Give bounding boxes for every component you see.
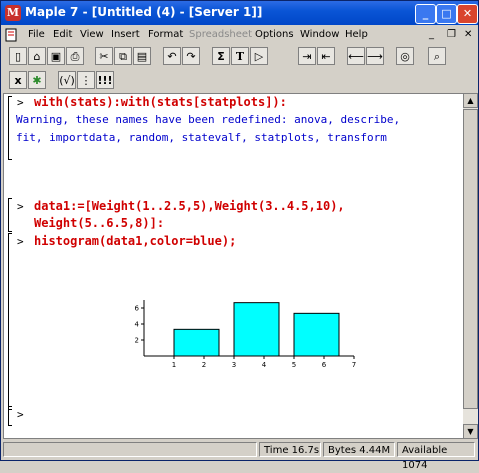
dots-icon[interactable]: ⋮ xyxy=(77,71,95,89)
x-tick-label: 5 xyxy=(292,361,296,369)
print-icon[interactable]: ⎙ xyxy=(66,47,84,65)
group-bracket[interactable] xyxy=(8,233,12,410)
x-tick-label: 2 xyxy=(202,361,206,369)
prompt-symbol: > xyxy=(17,408,24,421)
menu-help[interactable]: Help xyxy=(345,29,368,40)
worksheet-area[interactable]: > with(stats):with(stats[statplots]): Wa… xyxy=(3,93,464,439)
forward-icon[interactable]: ⟶ xyxy=(366,47,384,65)
cut-icon[interactable]: ✂ xyxy=(95,47,113,65)
vertical-scrollbar[interactable]: ▲ ▼ xyxy=(463,93,478,439)
input-line-1[interactable]: with(stats):with(stats[statplots]): xyxy=(34,95,287,109)
x-tick-label: 1 xyxy=(172,361,176,369)
open-icon[interactable]: ⌂ xyxy=(28,47,46,65)
document-menu-icon[interactable] xyxy=(4,28,18,42)
x-tick-label: 7 xyxy=(352,361,356,369)
scroll-down-icon[interactable]: ▼ xyxy=(463,424,478,439)
menu-spreadsheet: Spreadsheet xyxy=(189,29,252,40)
histogram-bar xyxy=(233,302,280,357)
y-tick-label: 2 xyxy=(135,337,139,345)
input-line-2-cont[interactable]: Weight(5..6.5,8)]: xyxy=(34,216,164,230)
status-bytes: Bytes 4.44M xyxy=(323,442,395,457)
outdent-icon[interactable]: ⇤ xyxy=(317,47,335,65)
y-tick-label: 6 xyxy=(135,305,140,313)
zoom-icon[interactable]: ⌕ xyxy=(428,47,446,65)
menu-options[interactable]: Options xyxy=(255,29,294,40)
status-bar: Time 16.7s Bytes 4.44M Available 1074 xyxy=(1,440,478,471)
scroll-up-icon[interactable]: ▲ xyxy=(463,93,478,108)
menu-window[interactable]: Window xyxy=(300,29,339,40)
copy-icon[interactable]: ⧉ xyxy=(114,47,132,65)
redo-icon[interactable]: ↷ xyxy=(182,47,200,65)
x-tick-label: 4 xyxy=(262,361,267,369)
warning-line-1: Warning, these names have been redefined… xyxy=(16,113,401,126)
x-tick-label: 3 xyxy=(232,361,236,369)
group-bracket[interactable] xyxy=(8,406,12,426)
x-icon[interactable]: x xyxy=(9,71,27,89)
mdi-restore-button[interactable]: ❐ xyxy=(447,29,456,40)
save-icon[interactable]: ▣ xyxy=(47,47,65,65)
mdi-close-button[interactable]: ✕ xyxy=(464,29,472,40)
prompt-symbol: > xyxy=(17,235,24,248)
context-toolbar: x ✱ (√) ⋮ !!! xyxy=(1,69,478,93)
exclaim-icon[interactable]: !!! xyxy=(96,71,114,89)
execute-icon[interactable]: ▷ xyxy=(250,47,268,65)
close-button[interactable]: ✕ xyxy=(457,4,478,24)
menu-view[interactable]: View xyxy=(80,29,104,40)
minimize-button[interactable]: _ xyxy=(415,4,436,24)
title-bar[interactable]: M Maple 7 - [Untitled (4) - [Server 1]] … xyxy=(1,1,478,25)
new-icon[interactable]: ▯ xyxy=(9,47,27,65)
menu-format[interactable]: Format xyxy=(148,29,183,40)
menu-bar: File Edit View Insert Format Spreadsheet… xyxy=(1,26,478,44)
group-bracket[interactable] xyxy=(8,198,12,232)
input-line-2[interactable]: data1:=[Weight(1..2.5,5),Weight(3..4.5,1… xyxy=(34,199,345,213)
menu-file[interactable]: File xyxy=(28,29,45,40)
x-tick-label: 6 xyxy=(322,361,327,369)
prompt-symbol: > xyxy=(17,200,24,213)
histogram-bar xyxy=(173,328,220,357)
window-title: Maple 7 - [Untitled (4) - [Server 1]] xyxy=(25,5,263,19)
menu-insert[interactable]: Insert xyxy=(111,29,140,40)
maple-window: M Maple 7 - [Untitled (4) - [Server 1]] … xyxy=(0,0,479,471)
warning-line-2: fit, importdata, random, statevalf, stat… xyxy=(16,131,387,144)
scroll-thumb[interactable] xyxy=(463,109,478,409)
indent-icon[interactable]: ⇥ xyxy=(298,47,316,65)
status-available: Available 1074 xyxy=(397,442,475,471)
stop-icon[interactable]: ◎ xyxy=(396,47,414,65)
main-toolbar: ▯ ⌂ ▣ ⎙ ✂ ⧉ ▤ ↶ ↷ Σ T ▷ ⇥ ⇤ ⟵ ⟶ ◎ ⌕ xyxy=(1,45,478,69)
maximize-button[interactable]: □ xyxy=(436,4,457,24)
text-icon[interactable]: T xyxy=(231,47,249,65)
histogram-bar xyxy=(293,312,340,357)
maple-app-icon[interactable]: M xyxy=(5,5,21,21)
sigma-icon[interactable]: Σ xyxy=(212,47,230,65)
status-message xyxy=(3,442,257,457)
fx-icon[interactable]: (√) xyxy=(58,71,76,89)
status-time: Time 16.7s xyxy=(259,442,321,457)
paste-icon[interactable]: ▤ xyxy=(133,47,151,65)
group-bracket[interactable] xyxy=(8,96,12,160)
back-icon[interactable]: ⟵ xyxy=(347,47,365,65)
histogram-plot[interactable]: 1 2 3 4 5 6 7 2 4 6 xyxy=(116,294,366,374)
mdi-minimize-button[interactable]: _ xyxy=(429,29,434,40)
undo-icon[interactable]: ↶ xyxy=(163,47,181,65)
bug-icon[interactable]: ✱ xyxy=(28,71,46,89)
y-tick-label: 4 xyxy=(135,321,140,329)
input-line-3[interactable]: histogram(data1,color=blue); xyxy=(34,234,236,248)
prompt-symbol: > xyxy=(17,96,24,109)
menu-edit[interactable]: Edit xyxy=(53,29,72,40)
